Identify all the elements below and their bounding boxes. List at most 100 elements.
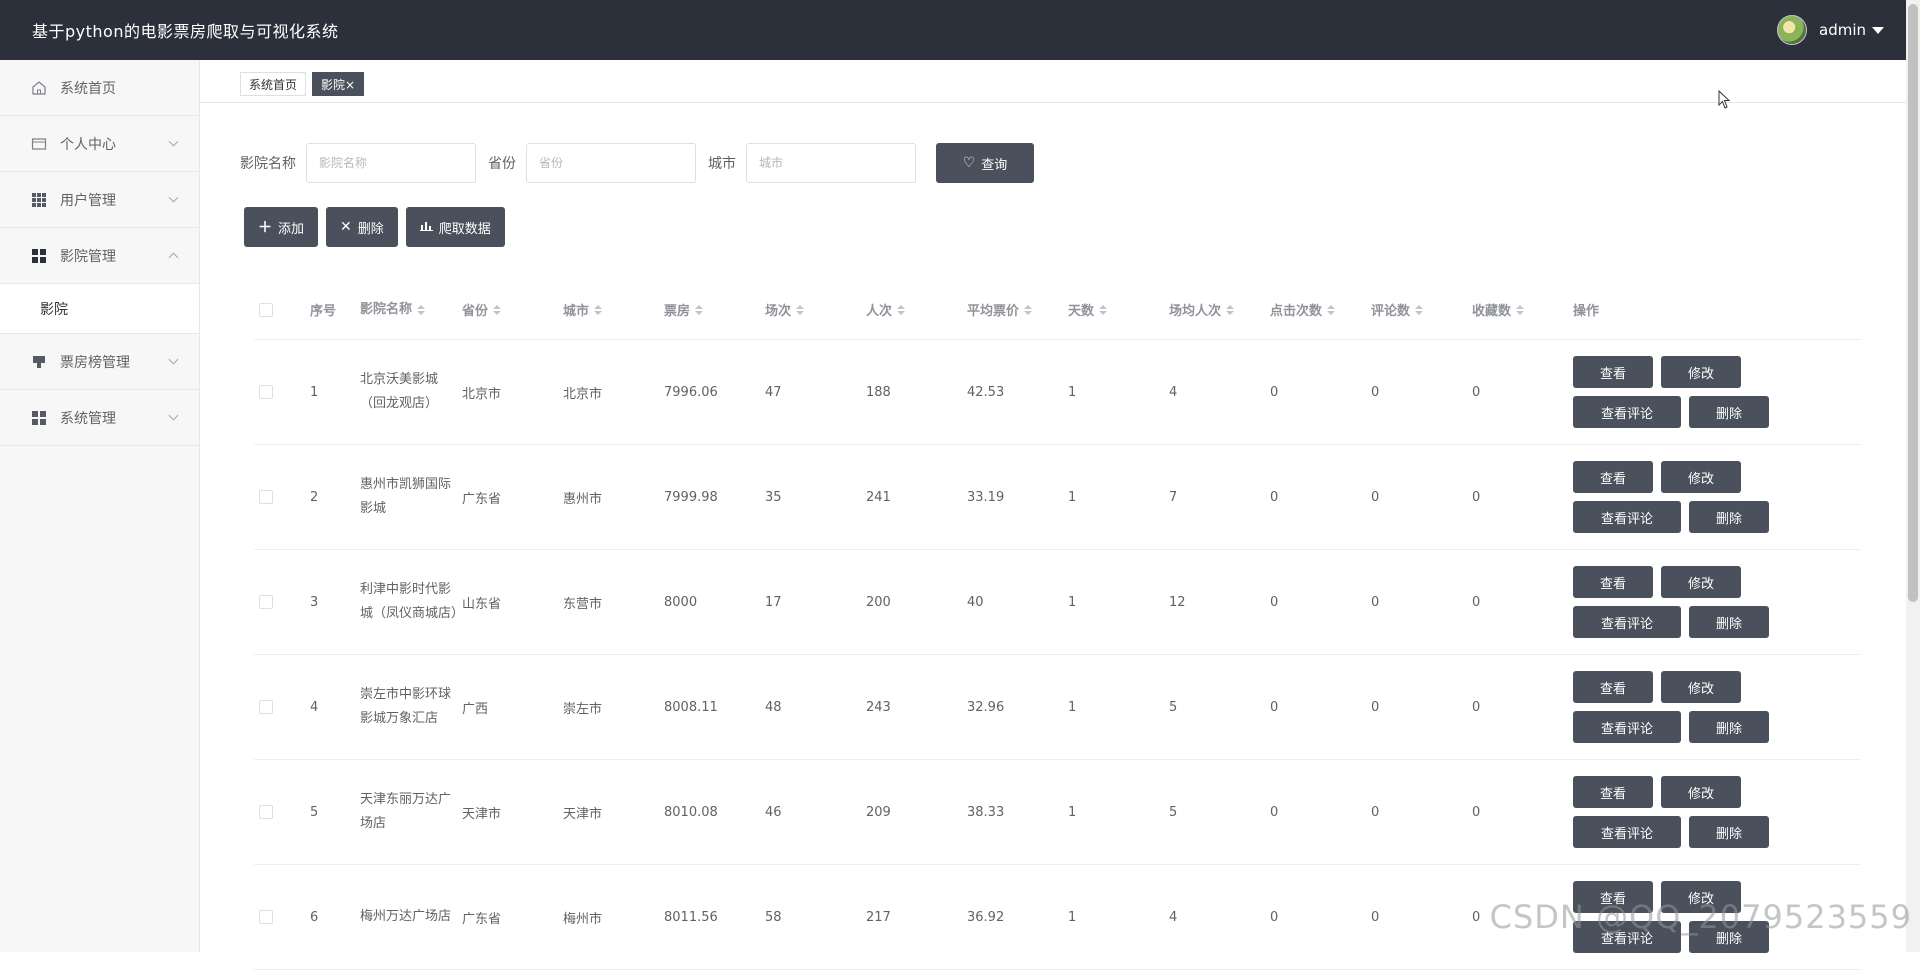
view-button[interactable]: 查看 xyxy=(1573,776,1653,808)
sort-icon[interactable] xyxy=(594,304,603,315)
col-header-favorites[interactable]: 收藏数 xyxy=(1472,300,1573,319)
add-button[interactable]: ＋ 添加 xyxy=(244,207,319,247)
view-comments-button[interactable]: 查看评论 xyxy=(1573,711,1681,743)
app-title: 基于python的电影票房爬取与可视化系统 xyxy=(32,22,339,41)
cell-box: 7996.06 xyxy=(664,384,718,400)
edit-button[interactable]: 修改 xyxy=(1661,671,1741,703)
row-checkbox[interactable] xyxy=(259,385,273,399)
username[interactable]: admin xyxy=(1819,21,1866,39)
user-menu[interactable]: admin xyxy=(1777,15,1884,45)
row-delete-button[interactable]: 删除 xyxy=(1689,501,1769,533)
view-button[interactable]: 查看 xyxy=(1573,671,1653,703)
cell-per: 4 xyxy=(1169,909,1178,925)
sort-icon[interactable] xyxy=(417,304,426,315)
cinema-name-input[interactable] xyxy=(306,143,476,183)
sidebar-item-boxoffice[interactable]: 票房榜管理 xyxy=(0,334,199,390)
cell-favs: 0 xyxy=(1472,804,1481,820)
row-checkbox[interactable] xyxy=(259,910,273,924)
col-header-days[interactable]: 天数 xyxy=(1068,300,1169,319)
sort-icon[interactable] xyxy=(493,304,502,315)
sidebar-item-home[interactable]: 系统首页 xyxy=(0,60,199,116)
cell-province: 广西 xyxy=(462,701,489,717)
sidebar-item-system[interactable]: 系统管理 xyxy=(0,390,199,446)
cell-city: 崇左市 xyxy=(563,701,603,717)
sidebar-item-profile[interactable]: 个人中心 xyxy=(0,116,199,172)
col-header-sessions[interactable]: 场次 xyxy=(765,300,866,319)
col-header-ops: 操作 xyxy=(1573,304,1600,319)
plus-icon: ＋ xyxy=(258,220,272,236)
city-input[interactable] xyxy=(746,143,916,183)
view-comments-button[interactable]: 查看评论 xyxy=(1573,396,1681,428)
col-header-comments[interactable]: 评论数 xyxy=(1371,300,1472,319)
col-header-avg-price[interactable]: 平均票价 xyxy=(967,300,1068,319)
sidebar-item-label: 系统管理 xyxy=(60,410,116,427)
cell-sessions: 46 xyxy=(765,804,782,820)
query-button[interactable]: ♡ 查询 xyxy=(936,143,1034,183)
chevron-down-icon xyxy=(168,136,179,147)
view-button[interactable]: 查看 xyxy=(1573,461,1653,493)
cell-sessions: 35 xyxy=(765,489,782,505)
sidebar-subitem-cinema[interactable]: 影院 xyxy=(0,284,199,334)
edit-button[interactable]: 修改 xyxy=(1661,776,1741,808)
sort-icon[interactable] xyxy=(695,304,704,315)
cell-province: 广东省 xyxy=(462,491,502,507)
cell-avg: 32.96 xyxy=(967,699,1005,715)
cell-days: 1 xyxy=(1068,909,1077,925)
cell-per: 7 xyxy=(1169,489,1178,505)
cell-clicks: 0 xyxy=(1270,699,1279,715)
edit-button[interactable]: 修改 xyxy=(1661,461,1741,493)
select-all-checkbox[interactable] xyxy=(259,302,273,317)
col-header-city[interactable]: 城市 xyxy=(563,300,664,319)
row-checkbox[interactable] xyxy=(259,700,273,714)
crawl-button[interactable]: 爬取数据 xyxy=(405,207,505,247)
cell-comments: 0 xyxy=(1371,804,1380,820)
caret-down-icon[interactable] xyxy=(1872,26,1884,34)
sidebar-item-cinema[interactable]: 影院管理 xyxy=(0,228,199,284)
row-checkbox[interactable] xyxy=(259,805,273,819)
query-button-label: 查询 xyxy=(981,157,1008,173)
province-input[interactable] xyxy=(526,143,696,183)
sort-icon[interactable] xyxy=(796,304,805,315)
col-header-clicks[interactable]: 点击次数 xyxy=(1270,300,1371,319)
scrollbar[interactable] xyxy=(1906,0,1920,952)
sort-icon[interactable] xyxy=(897,304,906,315)
row-delete-button[interactable]: 删除 xyxy=(1689,606,1769,638)
cell-favs: 0 xyxy=(1472,699,1481,715)
row-delete-button[interactable]: 删除 xyxy=(1689,396,1769,428)
tab-cinema[interactable]: 影院× xyxy=(312,72,365,96)
avatar[interactable] xyxy=(1777,15,1807,45)
row-checkbox[interactable] xyxy=(259,490,273,504)
row-delete-button[interactable]: 删除 xyxy=(1689,816,1769,848)
view-button[interactable]: 查看 xyxy=(1573,356,1653,388)
col-header-province[interactable]: 省份 xyxy=(462,300,563,319)
cell-days: 1 xyxy=(1068,594,1077,610)
col-header-name[interactable]: 影院名称 xyxy=(360,298,462,322)
col-header-box[interactable]: 票房 xyxy=(664,300,765,319)
row-delete-button[interactable]: 删除 xyxy=(1689,711,1769,743)
sort-icon[interactable] xyxy=(1024,304,1033,315)
sort-icon[interactable] xyxy=(1226,304,1235,315)
row-checkbox[interactable] xyxy=(259,595,273,609)
view-comments-button[interactable]: 查看评论 xyxy=(1573,816,1681,848)
delete-button-label: 删除 xyxy=(357,221,384,237)
sidebar-item-users[interactable]: 用户管理 xyxy=(0,172,199,228)
col-header-people[interactable]: 人次 xyxy=(866,300,967,319)
edit-button[interactable]: 修改 xyxy=(1661,356,1741,388)
cell-avg: 40 xyxy=(967,594,984,610)
cursor-icon xyxy=(1718,90,1731,109)
sort-icon[interactable] xyxy=(1415,304,1424,315)
sort-icon[interactable] xyxy=(1516,304,1525,315)
cell-no: 4 xyxy=(310,699,319,715)
edit-button[interactable]: 修改 xyxy=(1661,566,1741,598)
view-comments-button[interactable]: 查看评论 xyxy=(1573,606,1681,638)
tab-home[interactable]: 系统首页 xyxy=(240,72,307,96)
scrollbar-thumb[interactable] xyxy=(1908,4,1918,602)
view-comments-button[interactable]: 查看评论 xyxy=(1573,501,1681,533)
col-header-per-session[interactable]: 场均人次 xyxy=(1169,300,1270,319)
sort-icon[interactable] xyxy=(1327,304,1336,315)
cell-province: 天津市 xyxy=(462,806,502,822)
delete-button[interactable]: ✕ 删除 xyxy=(326,207,398,247)
sort-icon[interactable] xyxy=(1099,304,1108,315)
row-actions: 查看 修改查看评论 删除 xyxy=(1573,671,1773,743)
view-button[interactable]: 查看 xyxy=(1573,566,1653,598)
